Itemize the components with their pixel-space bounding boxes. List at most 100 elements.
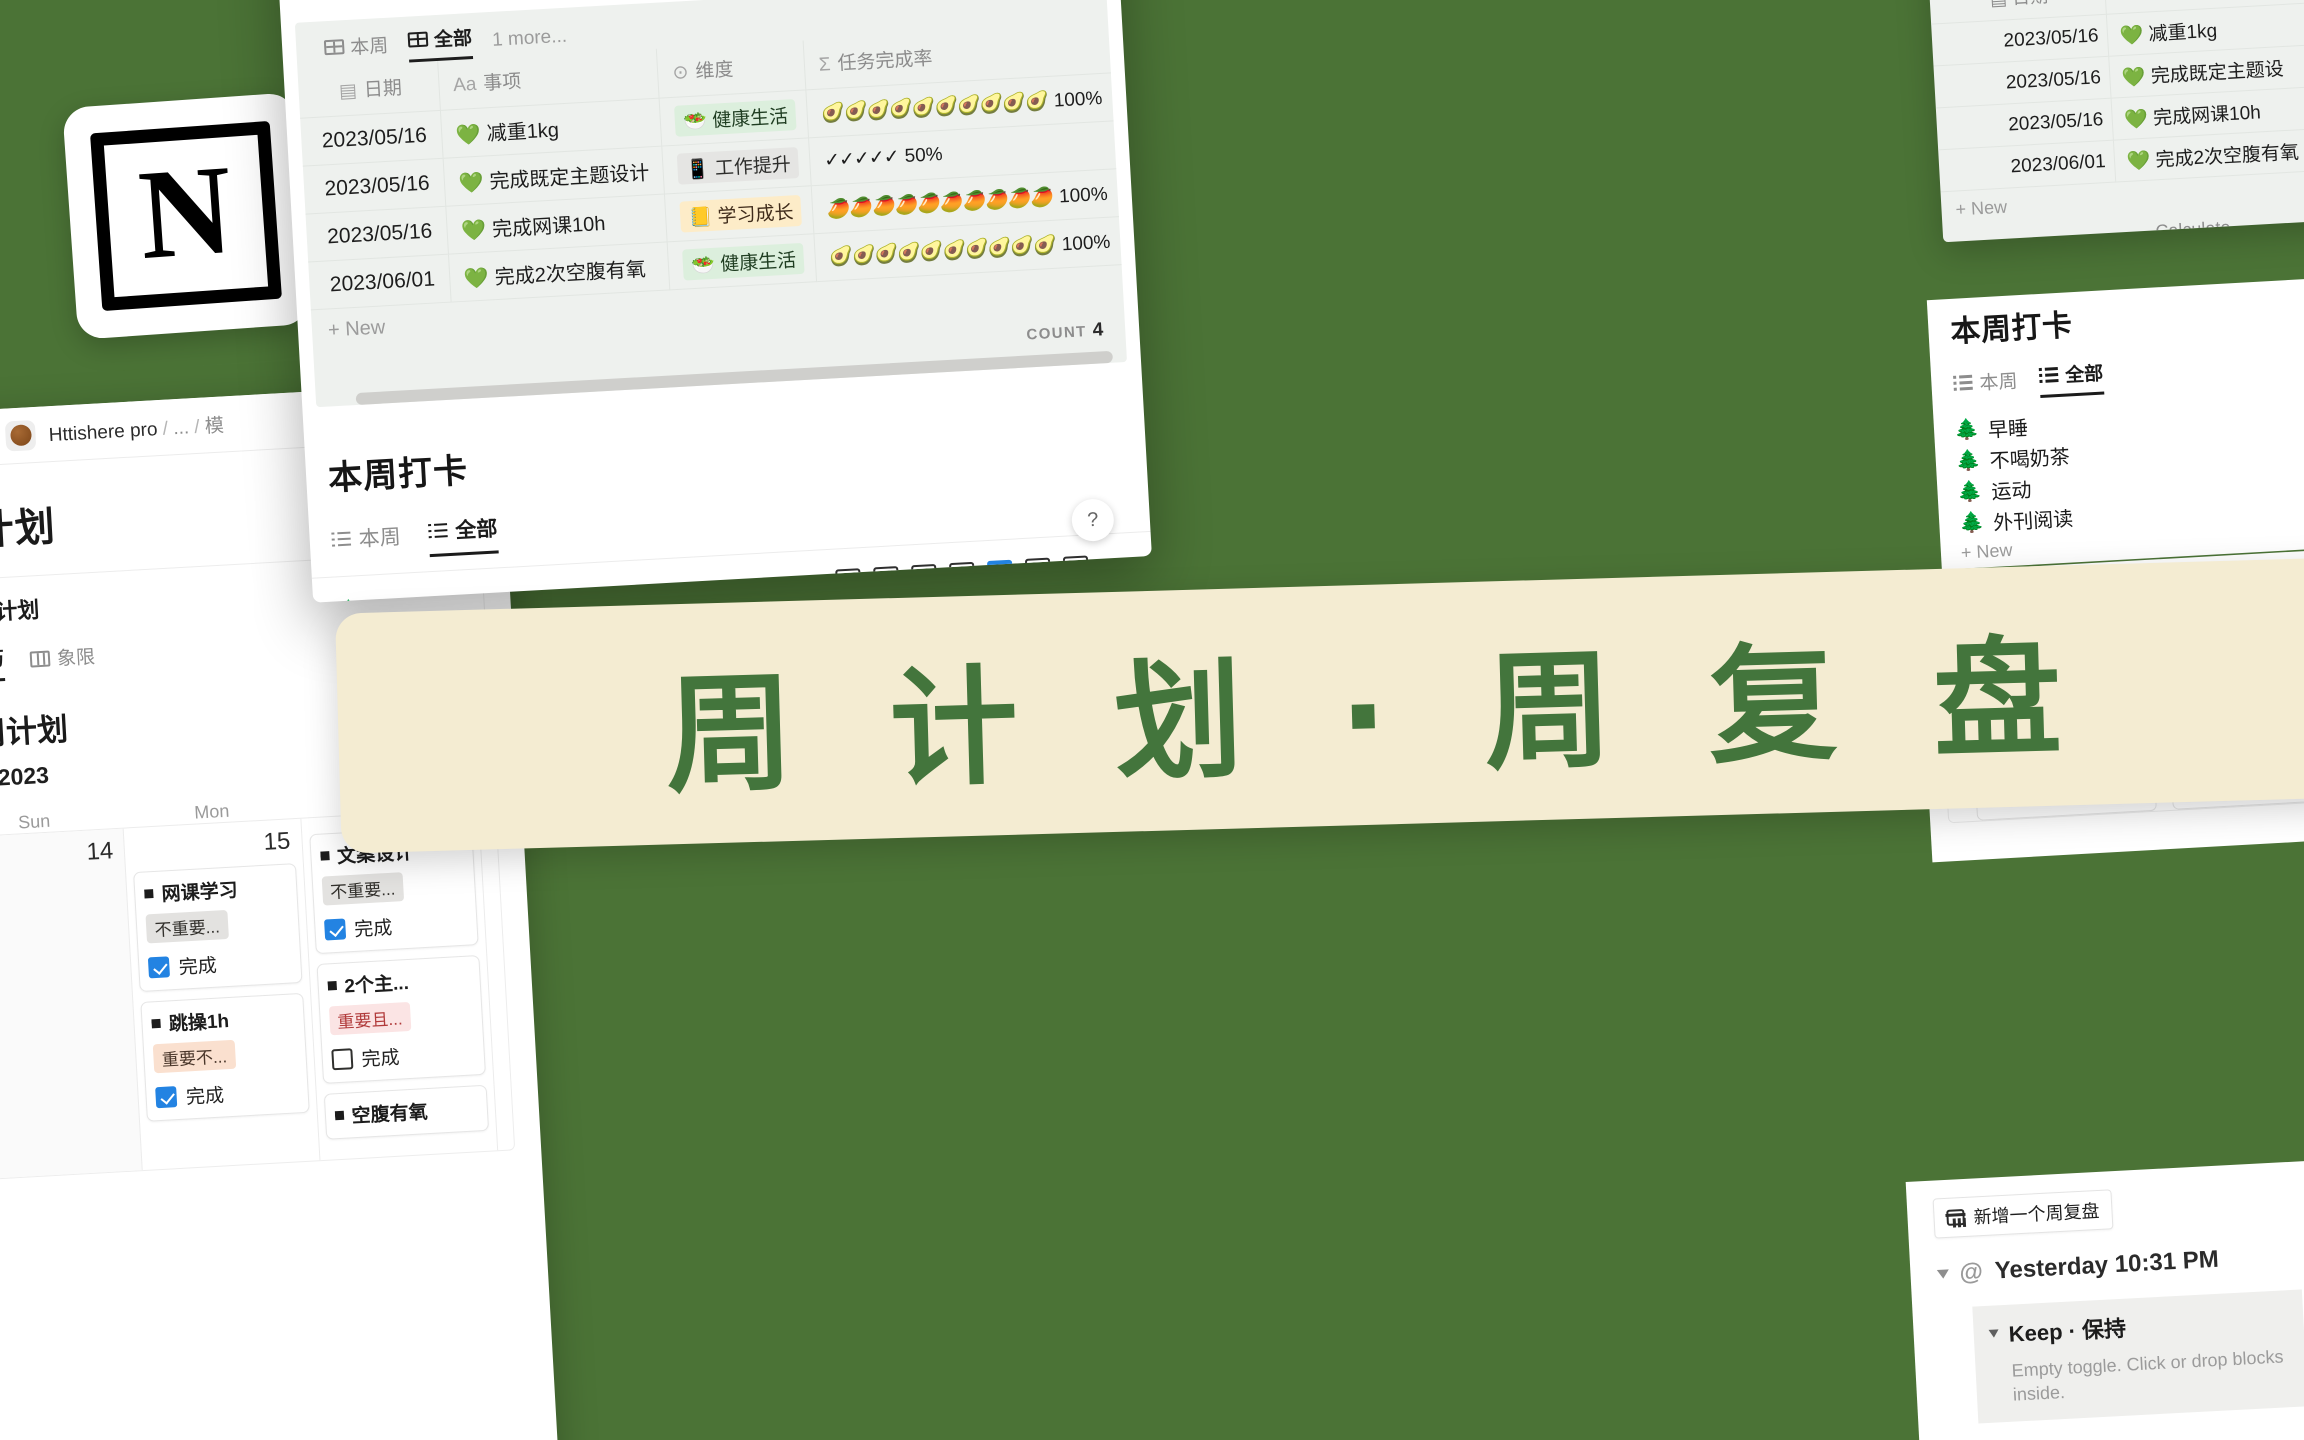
review-date-toggle[interactable]: @ Yesterday 10:31 PM bbox=[1936, 1238, 2304, 1288]
task-title-label: 网课学习 bbox=[161, 880, 239, 906]
breadcrumb-mid[interactable]: ... bbox=[173, 417, 190, 439]
column-header-date[interactable]: ▤ 日期 bbox=[297, 60, 440, 119]
right-habit-list: 🌲 早睡 🌲 不喝奶茶 🌲 运动 🌲 外刊阅读 + New bbox=[1953, 392, 2304, 564]
checkbox-icon[interactable] bbox=[323, 918, 346, 941]
review-toggle-empty-text: Empty toggle. Click or drop blocks insid… bbox=[2011, 1346, 2284, 1405]
right-habit-title: 本周打卡 bbox=[1949, 309, 2074, 349]
calendar-icon bbox=[1946, 1208, 1966, 1226]
cell-date: 2023/05/16 bbox=[300, 110, 443, 167]
dimension-label: 工作提升 bbox=[714, 154, 792, 180]
tree-icon: 🌲 bbox=[1953, 418, 1980, 442]
toggle-triangle-icon[interactable] bbox=[1988, 1329, 1999, 1338]
habit-tab-this-week[interactable]: 本周 bbox=[331, 521, 402, 563]
tab-all[interactable]: 全部 bbox=[407, 23, 474, 63]
cell-dimension: 📒 学习成长 bbox=[664, 185, 814, 242]
toggle-triangle-icon[interactable] bbox=[1936, 1269, 1950, 1279]
task-title-label: 2个主... bbox=[343, 972, 410, 998]
dimension-tag: 📱 工作提升 bbox=[677, 146, 800, 185]
habit-checkbox[interactable] bbox=[986, 559, 1014, 587]
heart-icon: 💚 bbox=[2119, 24, 2144, 48]
habit-checkbox[interactable] bbox=[835, 568, 862, 595]
habit-checkbox[interactable] bbox=[948, 561, 976, 589]
task-tag: 不重要... bbox=[145, 909, 229, 944]
tree-icon: 🌲 bbox=[1956, 480, 1984, 504]
progress-pct: 100% bbox=[1053, 87, 1103, 112]
dimension-emoji: 📒 bbox=[688, 206, 713, 230]
column-header-dimension-label: 维度 bbox=[694, 59, 735, 83]
tab-quadrant[interactable]: 象限 bbox=[29, 642, 96, 680]
cell-item-label: 减重1kg bbox=[486, 119, 560, 146]
banner-title: 周 计 划 · 周 复 盘 bbox=[663, 622, 2090, 811]
add-weekly-review-button[interactable]: 新增一个周复盘 bbox=[1932, 1189, 2114, 1239]
habit-checkbox[interactable] bbox=[1062, 555, 1090, 582]
right-habit-tab-all[interactable]: 全部 bbox=[2038, 358, 2105, 399]
cell-item-label: 完成2次空腹有氧 bbox=[494, 258, 647, 290]
task-tag: 不重要... bbox=[321, 872, 404, 906]
right-habit-tab-this-week[interactable]: 本周 bbox=[1953, 366, 2019, 403]
more-views[interactable]: 1 more... bbox=[492, 26, 568, 58]
table-view-icon bbox=[407, 31, 429, 48]
habit-checkbox[interactable] bbox=[911, 563, 938, 591]
right-cell-item-label: 完成网课10h bbox=[2152, 102, 2262, 130]
task-card[interactable]: 网课学习 不重要... 完成 bbox=[133, 863, 303, 992]
dimension-label: 健康生活 bbox=[719, 250, 797, 276]
right-calculate-label: Calculate bbox=[2154, 217, 2231, 242]
tab-calendar[interactable]: 日历 bbox=[0, 644, 6, 685]
task-tag: 重要不... bbox=[153, 1039, 236, 1074]
task-title: 2个主... bbox=[327, 965, 472, 1000]
task-title: 跳操1h bbox=[151, 1002, 295, 1037]
habit-tab-all-label: 全部 bbox=[454, 517, 499, 543]
dimension-label: 学习成长 bbox=[717, 202, 795, 228]
tree-icon: 🌲 bbox=[1955, 449, 1982, 473]
task-card[interactable]: 空腹有氧 bbox=[323, 1084, 490, 1140]
task-card[interactable]: 跳操1h 重要不... 完成 bbox=[140, 992, 310, 1122]
cell-date: 2023/05/16 bbox=[302, 158, 446, 215]
checkbox-icon[interactable] bbox=[155, 1086, 178, 1109]
more-views-label: 1 more... bbox=[491, 25, 568, 51]
heart-icon: 💚 bbox=[460, 219, 487, 243]
task-done-row[interactable]: 完成 bbox=[148, 947, 292, 982]
task-database-block: 本周 全部 1 more... ▤ 日期 Aa 事项 ⊙ 维度 Σ 任务完成率 … bbox=[294, 0, 1128, 408]
progress-emoji: 🥭🥭🥭🥭🥭🥭🥭🥭🥭🥭 bbox=[826, 186, 1054, 220]
breadcrumb-tail[interactable]: 模 bbox=[204, 415, 224, 437]
calendar-grid: 14 15 网课学习 不重要... 完成 跳操1h 重要不... 完成 文案设计… bbox=[0, 807, 499, 1181]
habit-tab-all[interactable]: 全部 bbox=[427, 512, 499, 558]
task-title: 空腹有氧 bbox=[334, 1094, 479, 1129]
tab-this-week-label: 本周 bbox=[349, 35, 389, 59]
right-habit-tab-all-label: 全部 bbox=[2064, 363, 2104, 387]
breadcrumb-workspace[interactable]: Httishere pro bbox=[48, 419, 158, 446]
table-view-icon bbox=[323, 39, 345, 56]
task-done-row[interactable]: 完成 bbox=[155, 1076, 299, 1111]
count-label: COUNT bbox=[1026, 323, 1088, 344]
progress-emoji: 🥑🥑🥑🥑🥑🥑🥑🥑🥑🥑 bbox=[828, 234, 1057, 268]
task-done-row[interactable]: 完成 bbox=[323, 909, 469, 944]
heart-icon: 💚 bbox=[2121, 66, 2147, 90]
calendar-cell[interactable]: 文案设计 不重要... 完成 2个主... 重要且... 完成 空腹有氧 bbox=[301, 809, 497, 1160]
review-toggle-header[interactable]: Keep · 保持 bbox=[1988, 1302, 2288, 1350]
calendar-cell[interactable]: 14 bbox=[0, 828, 144, 1180]
list-view-icon bbox=[428, 523, 448, 539]
list-item-label: 不喝奶茶 bbox=[1989, 446, 2071, 473]
dimension-label: 健康生活 bbox=[711, 106, 789, 132]
cell-item-label: 完成既定主题设计 bbox=[488, 162, 650, 194]
task-card[interactable]: 2个主... 重要且... 完成 bbox=[316, 954, 486, 1084]
habit-checkbox[interactable] bbox=[873, 566, 900, 593]
tab-this-week[interactable]: 本周 bbox=[323, 31, 390, 68]
dimension-tag: 📒 学习成长 bbox=[679, 194, 803, 233]
mention-at-icon: @ bbox=[1958, 1258, 1984, 1287]
checkbox-icon[interactable] bbox=[148, 956, 171, 979]
list-item-label: 外刊阅读 bbox=[1992, 508, 2074, 535]
right-review-panel: 新增一个周复盘 @ Yesterday 10:31 PM Keep · 保持 Em… bbox=[1905, 1158, 2304, 1440]
task-title-label: 空腹有氧 bbox=[351, 1102, 429, 1128]
column-header-dimension[interactable]: ⊙ 维度 bbox=[656, 40, 806, 99]
habit-checkbox[interactable] bbox=[1024, 557, 1052, 584]
right-habit-tab-this-week-label: 本周 bbox=[1978, 371, 2019, 395]
cell-item-label: 完成网课10h bbox=[491, 212, 606, 242]
right-column-date-label: 日期 bbox=[2012, 0, 2049, 8]
checkbox-icon[interactable] bbox=[330, 1048, 354, 1071]
calendar-cell[interactable]: 15 网课学习 不重要... 完成 跳操1h 重要不... 完成 bbox=[123, 818, 321, 1171]
page-icon bbox=[144, 889, 154, 899]
task-done-row[interactable]: 完成 bbox=[330, 1038, 476, 1073]
avatar[interactable] bbox=[4, 419, 37, 452]
breadcrumb[interactable]: Httishere pro / ... / 模 bbox=[48, 410, 225, 447]
